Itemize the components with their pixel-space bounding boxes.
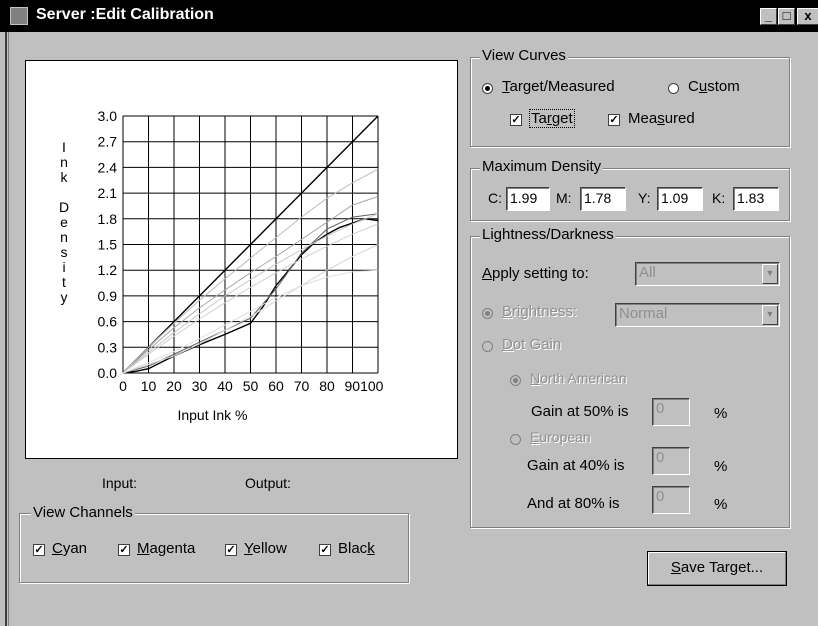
x-tick-label: 70 [294, 378, 310, 394]
gain-40-field[interactable]: 0 [652, 447, 690, 475]
north-american-label[interactable]: North American [530, 370, 627, 386]
output-label: Output: [245, 475, 291, 491]
window-frame [0, 32, 9, 626]
x-tick-label: 40 [217, 378, 233, 394]
gain-50-field[interactable]: 0 [652, 398, 690, 426]
y-tick-label: 3.0 [98, 108, 118, 124]
max-density-legend: Maximum Density [480, 158, 604, 175]
y-tick-label: 1.8 [98, 211, 118, 227]
chevron-down-icon[interactable]: ▼ [762, 264, 778, 284]
minimize-button[interactable]: _ [760, 8, 777, 25]
y-tick-label: 1.5 [98, 237, 118, 253]
target-checkbox[interactable]: ✓ [510, 114, 522, 126]
measured-checkbox[interactable]: ✓ [608, 114, 620, 126]
custom-radio[interactable] [668, 83, 679, 94]
input-label: Input: [102, 475, 138, 491]
view-curves-group [470, 57, 790, 147]
y-tick-label: 2.7 [98, 134, 118, 150]
x-tick-label: 80 [319, 378, 335, 394]
target-check-label[interactable]: Target [529, 109, 575, 128]
black-label[interactable]: Black [338, 540, 375, 557]
north-american-radio[interactable] [510, 375, 521, 386]
gain-50-unit: % [714, 405, 728, 422]
y-tick-label: 0.9 [98, 288, 118, 304]
maximize-button[interactable]: □ [778, 8, 795, 25]
magenta-checkbox[interactable]: ✓ [118, 544, 130, 556]
and-80-label: And at 80% is [527, 495, 620, 512]
and-80-unit: % [714, 496, 728, 513]
brightness-select[interactable]: Normal [615, 303, 780, 327]
yellow-label[interactable]: Yellow [244, 540, 287, 557]
y-tick-label: 2.1 [98, 185, 118, 201]
brightness-label[interactable]: Brightness: [502, 303, 577, 320]
m-density-field[interactable]: 1.78 [580, 187, 626, 211]
x-tick-label: 20 [166, 378, 182, 394]
close-button[interactable]: x [797, 8, 818, 25]
app-icon[interactable] [10, 7, 28, 25]
yellow-checkbox[interactable]: ✓ [225, 544, 237, 556]
calibration-chart: 3.0 2.7 2.4 2.1 1.8 1.5 1.2 0.9 0.6 0.3 0.00 10 20 30… [98, 108, 384, 394]
x-tick-label: 60 [268, 378, 284, 394]
apply-setting-label: Apply setting to: [482, 265, 589, 282]
black-checkbox[interactable]: ✓ [319, 544, 331, 556]
save-target-button[interactable]: Save Target... [647, 551, 787, 586]
dot-gain-label[interactable]: Dot Gain [502, 336, 561, 353]
x-tick-label: 90100 [345, 378, 384, 394]
gain-40-unit: % [714, 458, 728, 475]
view-curves-legend: View Curves [480, 47, 568, 64]
y-tick-label: 0.3 [98, 339, 118, 355]
x-tick-label: 0 [119, 378, 127, 394]
k-density-field[interactable]: 1.83 [733, 187, 779, 211]
y-tick-label: 0.6 [98, 314, 118, 330]
view-channels-legend: View Channels [31, 504, 135, 521]
x-tick-label: 50 [243, 378, 259, 394]
european-radio[interactable] [510, 434, 521, 445]
y-density-field[interactable]: 1.09 [657, 187, 703, 211]
european-label[interactable]: European [530, 429, 591, 445]
gain-50-label: Gain at 50% is [531, 403, 629, 420]
chevron-down-icon[interactable]: ▼ [762, 305, 778, 325]
x-axis-title: Input Ink % [177, 407, 248, 423]
magenta-label[interactable]: Magenta [137, 540, 195, 557]
cyan-label[interactable]: Cyan [52, 540, 87, 557]
apply-setting-select[interactable]: All [635, 262, 780, 286]
x-tick-label: 10 [141, 378, 157, 394]
calibration-chart-panel: I n k D e n s i t y 3.0 2.7 2.4 2.1 1.8 1.5 1.… [25, 60, 458, 459]
m-density-label: M: [556, 190, 572, 206]
c-density-label: C: [488, 190, 502, 206]
target-measured-radio[interactable] [482, 83, 493, 94]
y-density-label: Y: [638, 190, 651, 206]
window-title: Server :Edit Calibration [36, 6, 214, 23]
gain-40-label: Gain at 40% is [527, 457, 625, 474]
brightness-radio[interactable] [482, 308, 493, 319]
custom-label[interactable]: Custom [688, 78, 740, 95]
measured-check-label[interactable]: Measured [628, 110, 695, 127]
title-bar[interactable]: Server :Edit Calibration _ □ x [0, 0, 818, 32]
lightness-darkness-legend: Lightness/Darkness [480, 226, 616, 243]
y-tick-label: 1.2 [98, 262, 118, 278]
and-80-field[interactable]: 0 [652, 486, 690, 514]
dot-gain-radio[interactable] [482, 341, 493, 352]
k-density-label: K: [712, 190, 726, 206]
c-density-field[interactable]: 1.99 [506, 187, 550, 211]
y-tick-label: 0.0 [98, 365, 118, 381]
x-tick-label: 30 [192, 378, 208, 394]
y-tick-label: 2.4 [98, 159, 118, 175]
cyan-checkbox[interactable]: ✓ [33, 544, 45, 556]
target-measured-label[interactable]: Target/Measured [502, 78, 615, 95]
